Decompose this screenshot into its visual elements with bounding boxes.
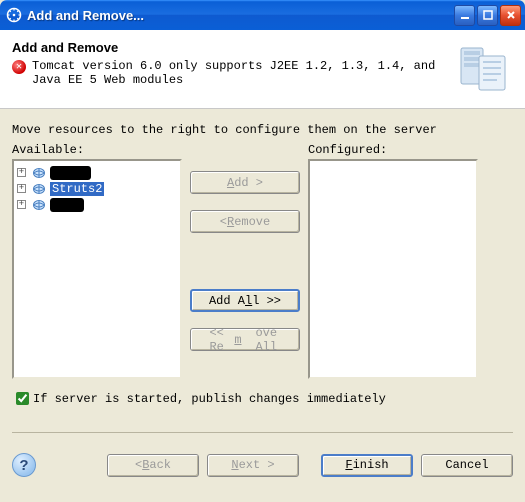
tree-item[interactable]: + ████ [14, 165, 180, 181]
maximize-button[interactable] [477, 5, 498, 26]
tree-item-label: Struts2 [50, 182, 104, 196]
tree-item[interactable]: + Struts2 [14, 181, 180, 197]
module-icon [32, 183, 46, 195]
add-all-button[interactable]: Add All >> [190, 289, 300, 312]
window-title: Add and Remove... [27, 8, 452, 23]
expand-icon[interactable]: + [17, 168, 26, 177]
module-icon [32, 199, 46, 211]
app-icon [6, 7, 22, 23]
remove-all-button[interactable]: << Remove All [190, 328, 300, 351]
close-button[interactable] [500, 5, 521, 26]
tree-item-label: ███ [50, 198, 84, 212]
wizard-body: Move resources to the right to configure… [0, 109, 525, 449]
finish-button[interactable]: Finish [321, 454, 413, 477]
instruction-text: Move resources to the right to configure… [12, 123, 513, 137]
available-list[interactable]: + ████+ Struts2+ ███ [12, 159, 182, 379]
error-message-text: Tomcat version 6.0 only supports J2EE 1.… [32, 59, 443, 87]
banner-icon [453, 40, 513, 100]
wizard-footer: ? < Back Next > Finish Cancel [0, 449, 525, 487]
help-icon[interactable]: ? [12, 453, 36, 477]
expand-icon[interactable]: + [17, 184, 26, 193]
available-label: Available: [12, 143, 182, 157]
configured-list[interactable] [308, 159, 478, 379]
publish-checkbox-row[interactable]: If server is started, publish changes im… [12, 389, 513, 408]
minimize-button[interactable] [454, 5, 475, 26]
back-button[interactable]: < Back [107, 454, 199, 477]
module-icon [32, 167, 46, 179]
error-icon: ✕ [12, 60, 26, 74]
publish-checkbox[interactable] [16, 392, 29, 405]
separator [12, 432, 513, 433]
publish-checkbox-label: If server is started, publish changes im… [33, 392, 386, 406]
expand-icon[interactable]: + [17, 200, 26, 209]
next-button[interactable]: Next > [207, 454, 299, 477]
add-button[interactable]: Add > [190, 171, 300, 194]
tree-item-label: ████ [50, 166, 91, 180]
remove-button[interactable]: < Remove [190, 210, 300, 233]
wizard-header: Add and Remove ✕ Tomcat version 6.0 only… [0, 30, 525, 109]
cancel-button[interactable]: Cancel [421, 454, 513, 477]
tree-item[interactable]: + ███ [14, 197, 180, 213]
back-label: B [142, 458, 149, 472]
configured-label: Configured: [308, 143, 478, 157]
page-title: Add and Remove [12, 40, 443, 55]
title-bar: Add and Remove... [0, 0, 525, 30]
error-message-row: ✕ Tomcat version 6.0 only supports J2EE … [12, 59, 443, 87]
